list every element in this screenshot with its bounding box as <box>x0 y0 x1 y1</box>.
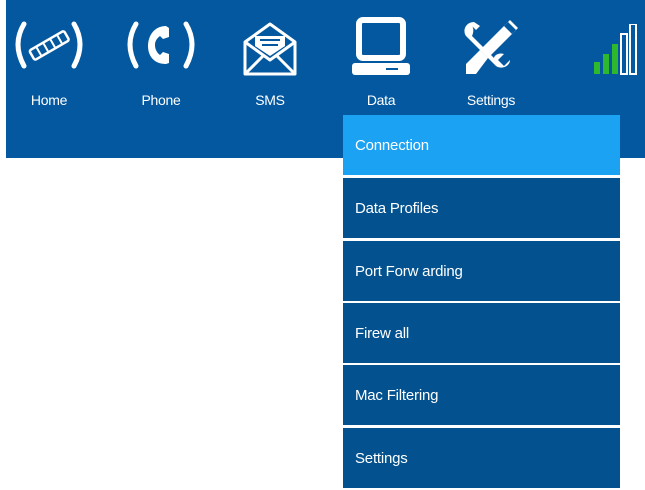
nav-settings-label: Settings <box>466 92 516 108</box>
menu-item-connection[interactable]: Connection <box>343 115 620 175</box>
menu-item-data-profiles[interactable]: Data Profiles <box>343 178 620 238</box>
satellite-icon <box>4 14 94 84</box>
phone-icon <box>116 14 206 84</box>
menu-item-settings[interactable]: Settings <box>343 428 620 488</box>
menu-item-port-forwarding[interactable]: Port Forw arding <box>343 241 620 301</box>
nav-phone-label: Phone <box>141 92 181 108</box>
nav-home[interactable]: Home <box>4 14 94 114</box>
nav-sms-label: SMS <box>255 92 285 108</box>
nav-home-label: Home <box>30 92 68 108</box>
nav-data-label: Data <box>366 92 396 108</box>
menu-item-firewall[interactable]: Firew all <box>343 303 620 363</box>
computer-icon <box>336 14 426 84</box>
nav-sms[interactable]: SMS <box>225 14 315 114</box>
tools-icon <box>446 14 536 84</box>
nav-phone[interactable]: Phone <box>116 14 206 114</box>
nav-data[interactable]: Data <box>336 14 426 114</box>
data-dropdown-menu: Connection Data Profiles Port Forw ardin… <box>343 115 620 488</box>
nav-settings[interactable]: Settings <box>446 14 536 114</box>
signal-bars-icon <box>594 23 644 76</box>
menu-item-mac-filtering[interactable]: Mac Filtering <box>343 365 620 425</box>
envelope-icon <box>225 14 315 84</box>
